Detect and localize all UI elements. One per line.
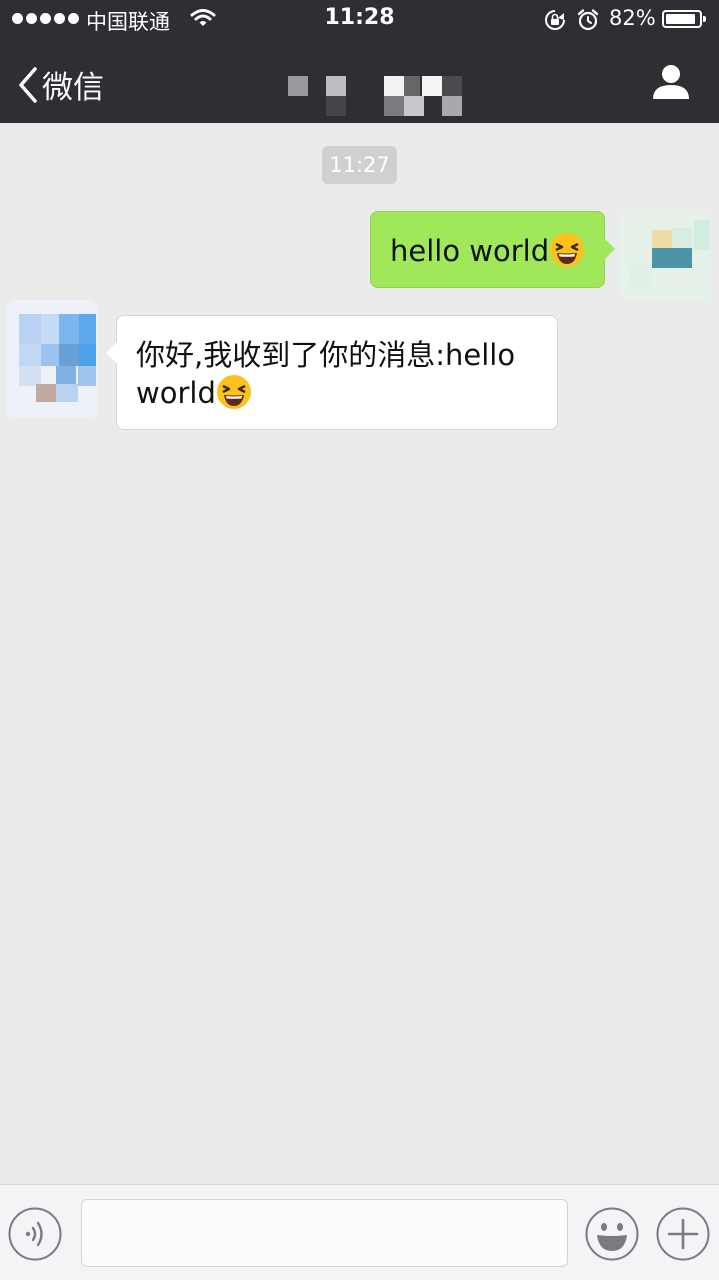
person-icon[interactable] [652, 62, 690, 100]
alarm-icon [577, 9, 599, 31]
message-text: hello world [390, 234, 550, 268]
back-label: 微信 [42, 70, 104, 106]
voice-icon[interactable] [8, 1207, 62, 1261]
back-button[interactable]: 微信 [18, 62, 104, 107]
carrier-name: 中国联通 [86, 10, 170, 34]
laughing-face-emoji [550, 233, 585, 267]
wifi-icon [190, 9, 216, 26]
battery-percent: 82% [609, 6, 656, 30]
battery-icon [662, 10, 706, 28]
nav-bar: 微信 [0, 40, 719, 123]
chevron-left-icon [19, 66, 37, 103]
laughing-face-emoji [216, 375, 251, 409]
contact-name-pixelated [286, 76, 466, 120]
incoming-message-bubble[interactable]: 你好,我收到了你的消息:hello world [106, 315, 558, 430]
message-timestamp: 11:27 [322, 146, 397, 184]
signal-dots-icon [12, 13, 79, 24]
my-avatar[interactable] [620, 210, 710, 300]
outgoing-message-bubble[interactable]: hello world [370, 211, 615, 288]
rotation-lock-icon [545, 10, 565, 30]
message-text: 你好,我收到了你的消息:hello world [136, 338, 516, 410]
contact-avatar[interactable] [6, 300, 98, 418]
plus-icon[interactable] [656, 1207, 710, 1261]
chat-input-toolbar [0, 1184, 719, 1280]
emoji-icon[interactable] [585, 1207, 639, 1261]
message-input[interactable] [81, 1199, 568, 1267]
status-bar: 中国联通 11:28 82% [0, 0, 719, 40]
